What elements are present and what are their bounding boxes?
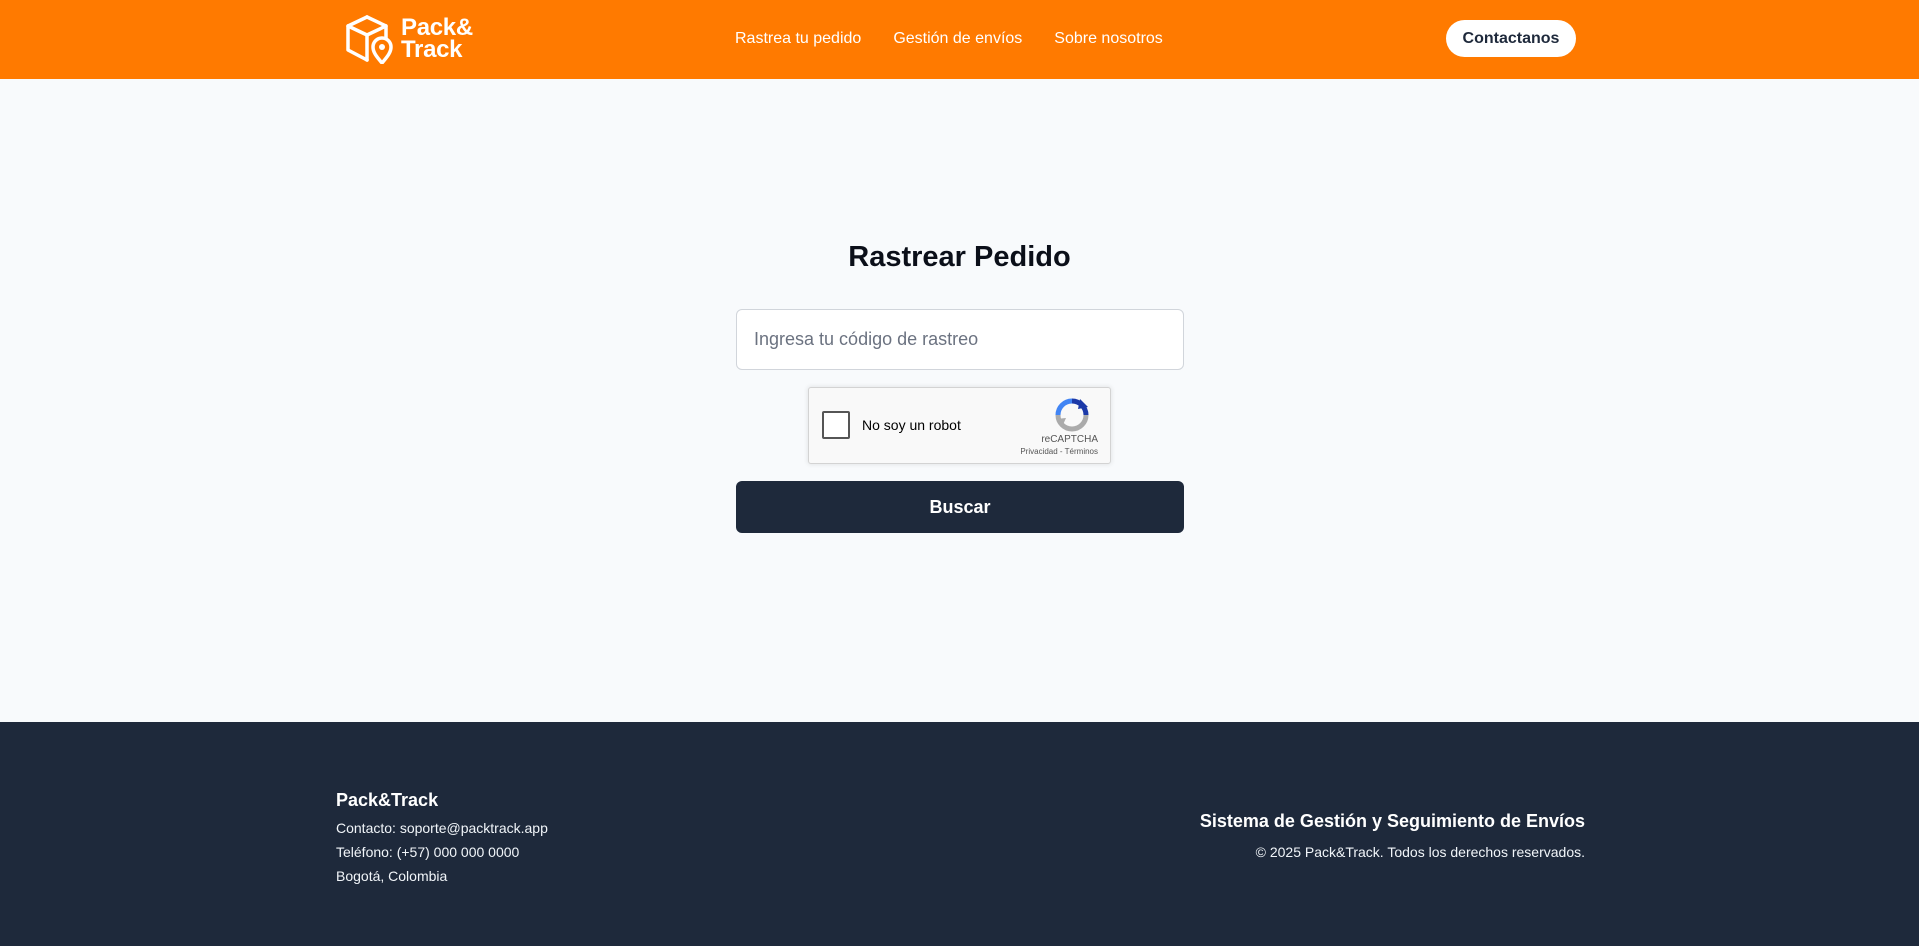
logo-line-2: Track <box>401 36 463 63</box>
footer-copyright: © 2025 Pack&Track. Todos los derechos re… <box>1255 844 1585 860</box>
search-button[interactable]: Buscar <box>736 481 1184 533</box>
nav-link-gestion-envios[interactable]: Gestión de envíos <box>893 28 1022 50</box>
footer-tagline: Sistema de Gestión y Seguimiento de Enví… <box>1199 811 1585 831</box>
recaptcha-links[interactable]: Privacidad - Términos <box>1020 447 1098 456</box>
footer-phone: Teléfono: (+57) 000 000 0000 <box>336 844 520 860</box>
recaptcha-checkbox[interactable] <box>822 411 850 439</box>
contact-button[interactable]: Contactanos <box>1446 20 1576 57</box>
site-footer: Pack&Track Contacto: soporte@packtrack.a… <box>0 722 1919 946</box>
box-location-pin-icon <box>346 15 393 64</box>
page-title: Rastrear Pedido <box>848 241 1071 273</box>
tracking-code-input[interactable] <box>736 309 1184 370</box>
recaptcha-label: No soy un robot <box>862 417 961 433</box>
footer-contact-email: Contacto: soporte@packtrack.app <box>336 820 548 836</box>
footer-brand: Pack&Track <box>336 790 439 810</box>
nav-link-rastrea[interactable]: Rastrea tu pedido <box>735 28 861 50</box>
site-header: Pack& Track Rastrea tu pedido Gestión de… <box>0 0 1919 79</box>
recaptcha-widget: No soy un robot reCAPTCHA Privacidad - T… <box>808 387 1111 464</box>
nav-link-sobre-nosotros[interactable]: Sobre nosotros <box>1054 28 1163 50</box>
footer-city: Bogotá, Colombia <box>336 868 448 884</box>
logo-text: Pack& Track <box>401 16 473 63</box>
recaptcha-brand: reCAPTCHA <box>1041 434 1098 445</box>
logo[interactable]: Pack& Track <box>343 14 473 64</box>
main-nav: Rastrea tu pedido Gestión de envíos Sobr… <box>735 28 1163 50</box>
recaptcha-icon <box>1055 398 1089 432</box>
